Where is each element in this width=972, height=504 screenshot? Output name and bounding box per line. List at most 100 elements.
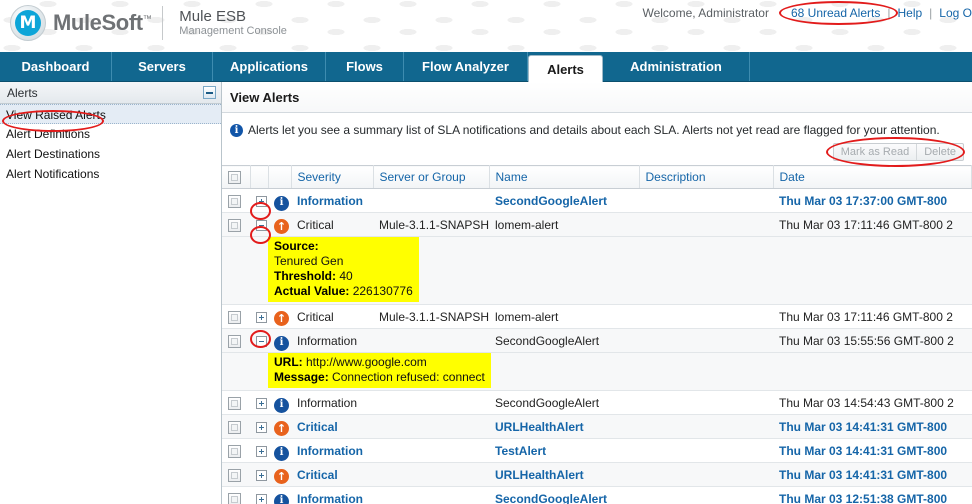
page-content: Alerts View Raised Alerts Alert Definiti… bbox=[0, 82, 972, 504]
expand-row-icon[interactable] bbox=[256, 493, 267, 504]
expand-row-icon[interactable] bbox=[256, 445, 267, 457]
expand-row-icon[interactable] bbox=[256, 397, 267, 409]
row-checkbox[interactable] bbox=[228, 334, 241, 348]
sidebar-item-alert-destinations[interactable]: Alert Destinations bbox=[0, 144, 221, 164]
row-server-or-group bbox=[373, 390, 489, 415]
row-expand-cell bbox=[250, 188, 268, 213]
expand-row-icon[interactable] bbox=[256, 195, 267, 207]
mark-as-read-button[interactable]: Mark as Read bbox=[834, 144, 916, 160]
nav-tab-dashboard[interactable]: Dashboard bbox=[0, 52, 112, 81]
alert-detail-label: Threshold: bbox=[274, 269, 336, 283]
page-title: View Alerts bbox=[222, 82, 972, 113]
sidebar-item-alert-definitions[interactable]: Alert Definitions bbox=[0, 124, 221, 144]
table-row[interactable]: i Information TestAlert Thu Mar 03 14:41:31… bbox=[222, 438, 972, 463]
row-date: Thu Mar 03 12:51:38 GMT-800 bbox=[773, 486, 972, 504]
alert-detail-label: URL: bbox=[274, 355, 303, 369]
row-name: SecondGoogleAlert bbox=[489, 390, 639, 415]
sidebar-collapse-button[interactable] bbox=[203, 86, 216, 99]
expand-row-icon[interactable] bbox=[256, 311, 267, 323]
row-date: Thu Mar 03 17:11:46 GMT-800 2 bbox=[773, 304, 972, 329]
alert-detail-label: Actual Value: bbox=[274, 284, 350, 298]
trademark-symbol: ™ bbox=[142, 13, 152, 24]
table-row[interactable]: ↑ Critical URLHealthAlert Thu Mar 03 14:41:… bbox=[222, 462, 972, 487]
collapse-row-icon[interactable] bbox=[256, 219, 267, 231]
alert-detail-value: 226130776 bbox=[349, 284, 413, 298]
row-checkbox[interactable] bbox=[228, 468, 241, 482]
product-subtitle: Management Console bbox=[179, 25, 287, 38]
row-checkbox[interactable] bbox=[228, 396, 241, 410]
select-all-checkbox[interactable] bbox=[228, 171, 241, 184]
nav-tab-flow-analyzer[interactable]: Flow Analyzer bbox=[404, 52, 528, 81]
brand-name-text: MuleSoft bbox=[53, 10, 143, 35]
unread-alerts-link[interactable]: 68 Unread Alerts bbox=[791, 6, 880, 20]
column-header-severity[interactable]: Severity bbox=[291, 165, 374, 189]
severity-icon-column-header bbox=[268, 165, 292, 189]
row-checkbox[interactable] bbox=[228, 310, 241, 324]
sidebar-item-view-raised-alerts[interactable]: View Raised Alerts bbox=[0, 104, 221, 124]
row-name: SecondGoogleAlert bbox=[489, 188, 639, 213]
row-checkbox[interactable] bbox=[228, 218, 241, 232]
row-date: Thu Mar 03 14:54:43 GMT-800 2 bbox=[773, 390, 972, 415]
detail-spacer-expand bbox=[250, 236, 268, 305]
main-panel: View Alerts i Alerts let you see a summa… bbox=[222, 82, 972, 504]
row-checkbox[interactable] bbox=[228, 444, 241, 458]
row-severity: Critical bbox=[291, 212, 373, 237]
row-checkbox[interactable] bbox=[228, 194, 241, 208]
table-row[interactable]: ↑ Critical URLHealthAlert Thu Mar 03 14:41:… bbox=[222, 414, 972, 439]
nav-tab-flows[interactable]: Flows bbox=[326, 52, 404, 81]
brand-divider bbox=[162, 6, 164, 40]
row-server-or-group: Mule-3.1.1-SNAPSHOT( bbox=[373, 212, 489, 237]
nav-tab-servers[interactable]: Servers bbox=[112, 52, 213, 81]
table-row[interactable]: i Information SecondGoogleAlert Thu Mar 03 … bbox=[222, 328, 972, 353]
mulesoft-logo-glyph: M bbox=[15, 10, 41, 36]
product-name: Mule ESB bbox=[179, 8, 246, 26]
row-description bbox=[639, 328, 773, 353]
row-name: lomem-alert bbox=[489, 212, 639, 237]
delete-button[interactable]: Delete bbox=[916, 144, 963, 160]
table-row[interactable]: ↑CriticalMule-3.1.1-SNAPSHOT(lomem-alert… bbox=[222, 212, 972, 237]
row-expand-cell bbox=[250, 390, 268, 415]
table-row[interactable]: i Information SecondGoogleAlert Thu Mar 03 … bbox=[222, 390, 972, 415]
sidebar-item-alert-notifications[interactable]: Alert Notifications bbox=[0, 164, 221, 184]
row-date: Thu Mar 03 17:11:46 GMT-800 2 bbox=[773, 212, 972, 237]
alert-detail-line: Message: Connection refused: connect bbox=[274, 370, 485, 385]
row-server-or-group: Mule-3.1.1-SNAPSHOT( bbox=[373, 304, 489, 329]
alert-detail-line: Threshold: 40 bbox=[274, 269, 413, 284]
severity-info-icon: i bbox=[274, 335, 289, 351]
column-header-date[interactable]: Date bbox=[773, 165, 972, 189]
row-expand-cell bbox=[250, 304, 268, 329]
table-row[interactable]: ↑CriticalMule-3.1.1-SNAPSHOT(lomem-alert… bbox=[222, 304, 972, 329]
table-row-detail: Source: Tenured Gen Threshold: 40 Actual Va… bbox=[222, 236, 972, 305]
alert-detail-line: Tenured Gen bbox=[274, 254, 413, 269]
row-description bbox=[639, 438, 773, 463]
row-description bbox=[639, 462, 773, 487]
table-row[interactable]: i Information SecondGoogleAlert Thu Mar 03 … bbox=[222, 188, 972, 213]
column-header-description[interactable]: Description bbox=[639, 165, 774, 189]
expand-row-icon[interactable] bbox=[256, 469, 267, 481]
row-select-cell bbox=[222, 390, 250, 415]
column-header-server-or-group[interactable]: Server or Group bbox=[373, 165, 490, 189]
column-header-name[interactable]: Name bbox=[489, 165, 640, 189]
row-checkbox[interactable] bbox=[228, 492, 241, 504]
alert-detail-line: Actual Value: 226130776 bbox=[274, 284, 413, 299]
logout-link[interactable]: Log O bbox=[939, 6, 972, 20]
table-row[interactable]: i Information SecondGoogleAlert Thu Mar 03 … bbox=[222, 486, 972, 504]
row-severity: Information bbox=[291, 390, 373, 415]
help-link[interactable]: Help bbox=[897, 6, 922, 20]
alerts-table-header: Severity Server or Group Name Descriptio… bbox=[222, 165, 972, 189]
nav-tab-applications[interactable]: Applications bbox=[213, 52, 326, 81]
nav-tab-alerts[interactable]: Alerts bbox=[528, 55, 603, 82]
alert-detail-line: Source: bbox=[274, 239, 413, 254]
nav-tab-administration[interactable]: Administration bbox=[603, 52, 750, 81]
info-banner-text: Alerts let you see a summary list of SLA… bbox=[248, 123, 940, 137]
row-severity-icon-cell: ↑ bbox=[268, 212, 291, 237]
alert-detail-cell: Source: Tenured Gen Threshold: 40 Actual Va… bbox=[268, 236, 972, 305]
expand-row-icon[interactable] bbox=[256, 421, 267, 433]
row-name: SecondGoogleAlert bbox=[489, 328, 639, 353]
product-title: Mule ESB Management Console bbox=[179, 8, 287, 38]
collapse-row-icon[interactable] bbox=[256, 335, 267, 347]
row-checkbox[interactable] bbox=[228, 420, 241, 434]
row-select-cell bbox=[222, 462, 250, 487]
severity-critical-icon: ↑ bbox=[274, 469, 289, 484]
row-name: URLHealthAlert bbox=[489, 414, 639, 439]
